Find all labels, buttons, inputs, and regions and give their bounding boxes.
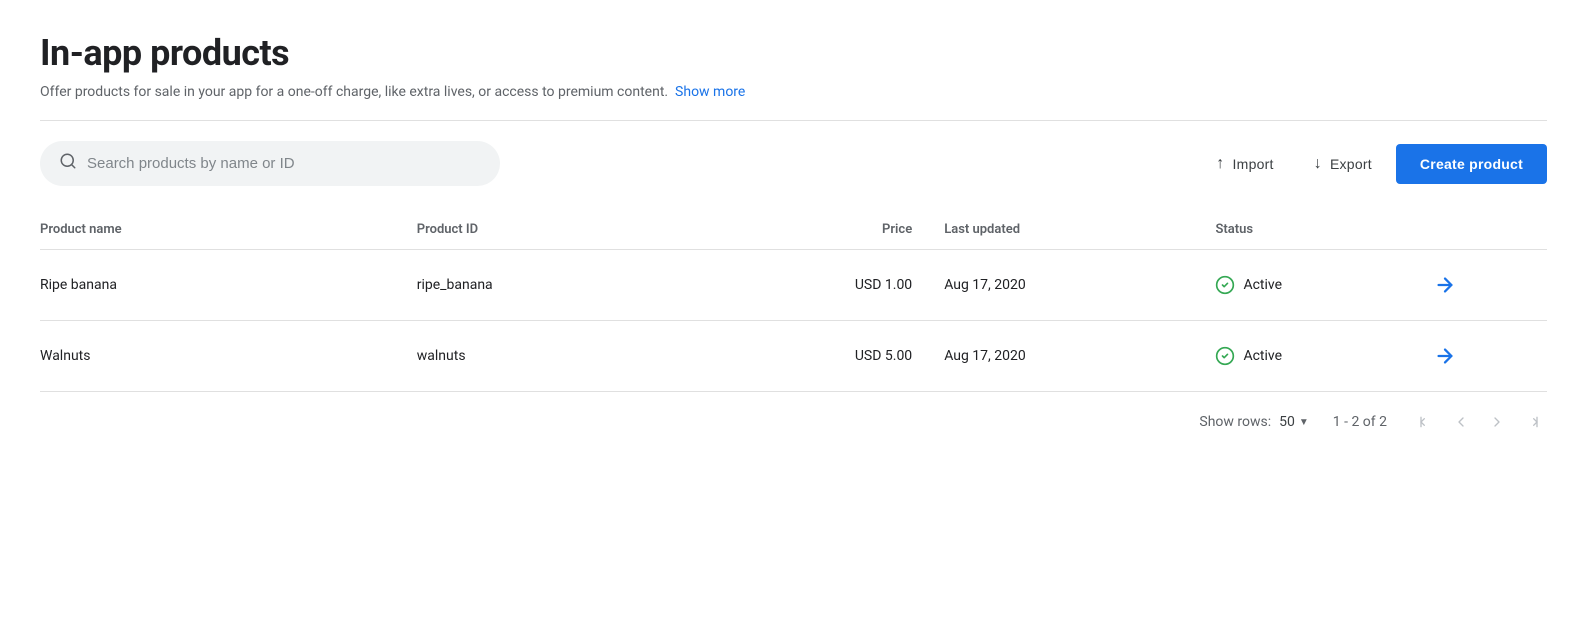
- toolbar: Import Export Create product: [40, 141, 1547, 186]
- prev-page-button[interactable]: [1447, 408, 1475, 436]
- pagination: Show rows: 50 ▼ 1 - 2 of 2: [40, 392, 1547, 444]
- table-row: Walnuts walnuts USD 5.00 Aug 17, 2020 Ac…: [40, 321, 1547, 392]
- col-action: [1426, 210, 1547, 250]
- col-status: Status: [1215, 210, 1426, 250]
- search-container[interactable]: [40, 141, 500, 186]
- show-more-link[interactable]: Show more: [675, 84, 745, 100]
- col-product-id: Product ID: [417, 210, 718, 250]
- first-page-button[interactable]: [1411, 408, 1439, 436]
- table-row: Ripe banana ripe_banana USD 1.00 Aug 17,…: [40, 250, 1547, 321]
- chevron-down-icon: ▼: [1299, 417, 1309, 428]
- cell-price: USD 1.00: [718, 250, 944, 321]
- upload-icon: [1216, 155, 1224, 173]
- search-icon: [59, 152, 77, 175]
- page-description: Offer products for sale in your app for …: [40, 84, 1547, 100]
- search-input[interactable]: [87, 155, 481, 172]
- cell-status: Active: [1215, 250, 1426, 321]
- status-label: Active: [1243, 348, 1282, 364]
- nav-buttons: [1411, 408, 1547, 436]
- cell-action[interactable]: [1426, 321, 1547, 392]
- rows-per-page-value: 50: [1279, 414, 1295, 430]
- status-active-icon: [1215, 346, 1235, 366]
- toolbar-actions: Import Export Create product: [1200, 144, 1547, 184]
- page-info: 1 - 2 of 2: [1333, 414, 1387, 430]
- show-rows-label: Show rows:: [1199, 414, 1271, 430]
- header-divider: [40, 120, 1547, 121]
- last-page-button[interactable]: [1519, 408, 1547, 436]
- import-button[interactable]: Import: [1200, 145, 1289, 183]
- cell-product-id: ripe_banana: [417, 250, 718, 321]
- page-title: In-app products: [40, 32, 1547, 74]
- row-detail-button[interactable]: [1426, 341, 1464, 371]
- col-price: Price: [718, 210, 944, 250]
- cell-price: USD 5.00: [718, 321, 944, 392]
- cell-last-updated: Aug 17, 2020: [944, 321, 1215, 392]
- create-product-button[interactable]: Create product: [1396, 144, 1547, 184]
- page-header: In-app products Offer products for sale …: [40, 32, 1547, 100]
- rows-select: Show rows: 50 ▼: [1199, 414, 1308, 430]
- status-label: Active: [1243, 277, 1282, 293]
- rows-dropdown[interactable]: 50 ▼: [1279, 414, 1309, 430]
- col-product-name: Product name: [40, 210, 417, 250]
- table-header-row: Product name Product ID Price Last updat…: [40, 210, 1547, 250]
- cell-status: Active: [1215, 321, 1426, 392]
- next-page-button[interactable]: [1483, 408, 1511, 436]
- cell-action[interactable]: [1426, 250, 1547, 321]
- export-button[interactable]: Export: [1298, 145, 1388, 183]
- col-last-updated: Last updated: [944, 210, 1215, 250]
- cell-product-name: Ripe banana: [40, 250, 417, 321]
- status-active-icon: [1215, 275, 1235, 295]
- cell-product-name: Walnuts: [40, 321, 417, 392]
- download-icon: [1314, 155, 1322, 173]
- cell-last-updated: Aug 17, 2020: [944, 250, 1215, 321]
- row-detail-button[interactable]: [1426, 270, 1464, 300]
- cell-product-id: walnuts: [417, 321, 718, 392]
- products-table: Product name Product ID Price Last updat…: [40, 210, 1547, 392]
